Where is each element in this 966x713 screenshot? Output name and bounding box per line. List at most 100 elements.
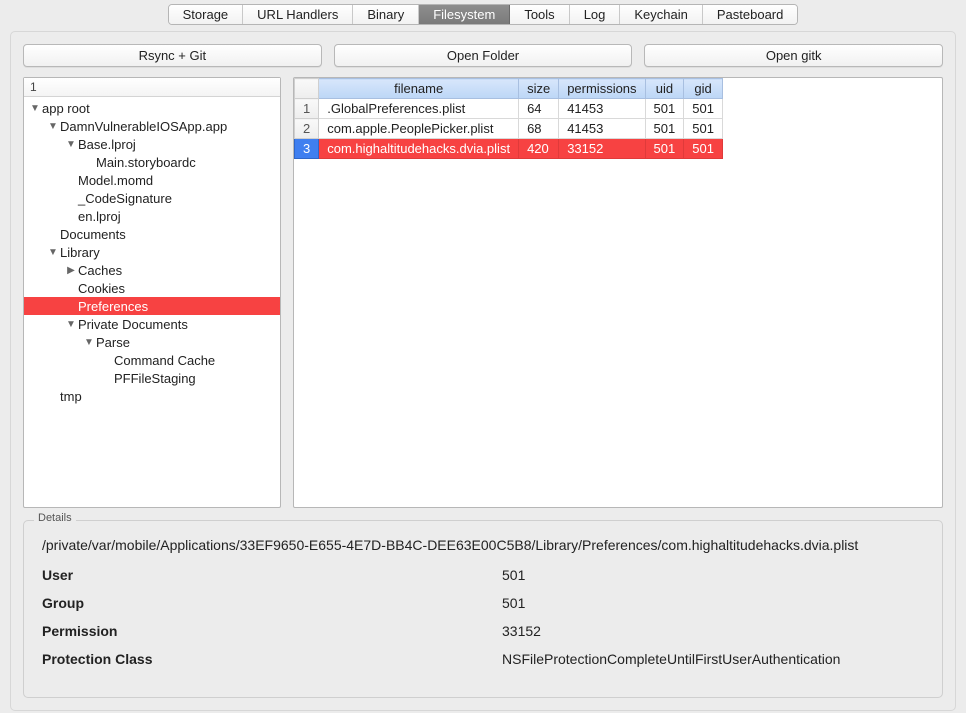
tree-item[interactable]: en.lproj [24,207,280,225]
tree-item[interactable]: ▼app root [24,99,280,117]
tree-item[interactable]: Cookies [24,279,280,297]
tab-keychain[interactable]: Keychain [620,5,702,24]
tree-item-label: Preferences [78,299,148,314]
tree-item-label: Library [60,245,100,260]
row-number: 1 [295,99,319,119]
toolbar: Rsync + Git Open Folder Open gitk [23,44,943,67]
tree-item[interactable]: ▶Caches [24,261,280,279]
column-header-size[interactable]: size [519,79,559,99]
chevron-down-icon[interactable]: ▼ [48,247,58,258]
cell-gid: 501 [684,119,723,139]
tree-item-label: tmp [60,389,82,404]
tree-item[interactable]: _CodeSignature [24,189,280,207]
cell-gid: 501 [684,139,723,159]
tree-item-label: Private Documents [78,317,188,332]
cell-permissions: 41453 [559,119,645,139]
middle-split: 1 ▼app root▼DamnVulnerableIOSApp.app▼Bas… [23,77,943,508]
tree-item[interactable]: Preferences [24,297,280,315]
chevron-down-icon[interactable]: ▼ [84,337,94,348]
rsync-git-button[interactable]: Rsync + Git [23,44,322,67]
tree-item[interactable]: Model.momd [24,171,280,189]
cell-filename: .GlobalPreferences.plist [319,99,519,119]
details-value: NSFileProtectionCompleteUntilFirstUserAu… [502,651,924,667]
chevron-down-icon[interactable]: ▼ [66,139,76,150]
details-path: /private/var/mobile/Applications/33EF965… [42,537,924,553]
open-folder-button[interactable]: Open Folder [334,44,633,67]
file-table-scroll[interactable]: filenamesizepermissionsuidgid 1.GlobalPr… [294,78,942,507]
chevron-down-icon[interactable]: ▼ [66,319,76,330]
column-header-filename[interactable]: filename [319,79,519,99]
column-header-permissions[interactable]: permissions [559,79,645,99]
open-gitk-button[interactable]: Open gitk [644,44,943,67]
cell-size: 68 [519,119,559,139]
tree-item-label: Caches [78,263,122,278]
cell-permissions: 33152 [559,139,645,159]
cell-size: 64 [519,99,559,119]
cell-filename: com.highaltitudehacks.dvia.plist [319,139,519,159]
details-row: Permission33152 [42,623,924,639]
tab-storage[interactable]: Storage [169,5,244,24]
details-value: 501 [502,567,924,583]
cell-uid: 501 [645,99,684,119]
tab-binary[interactable]: Binary [353,5,419,24]
cell-filename: com.apple.PeoplePicker.plist [319,119,519,139]
column-header-gid[interactable]: gid [684,79,723,99]
tree-item[interactable]: ▼DamnVulnerableIOSApp.app [24,117,280,135]
tab-filesystem[interactable]: Filesystem [419,5,510,24]
details-key: Permission [42,623,502,639]
file-table: filenamesizepermissionsuidgid 1.GlobalPr… [294,78,723,159]
tree-item[interactable]: Main.storyboardc [24,153,280,171]
details-row: User501 [42,567,924,583]
tree-item-label: Command Cache [114,353,215,368]
tree-panel: 1 ▼app root▼DamnVulnerableIOSApp.app▼Bas… [23,77,281,508]
tree-item-label: Parse [96,335,130,350]
tree-item[interactable]: ▼Library [24,243,280,261]
details-groupbox: Details /private/var/mobile/Applications… [23,520,943,698]
tab-url-handlers[interactable]: URL Handlers [243,5,353,24]
cell-size: 420 [519,139,559,159]
details-row: Protection ClassNSFileProtectionComplete… [42,651,924,667]
row-number: 3 [295,139,319,159]
table-row[interactable]: 1.GlobalPreferences.plist6441453501501 [295,99,723,119]
tabbar: StorageURL HandlersBinaryFilesystemTools… [0,0,966,25]
chevron-down-icon[interactable]: ▼ [48,121,58,132]
tab-tools[interactable]: Tools [510,5,569,24]
cell-permissions: 41453 [559,99,645,119]
tree-item-label: Cookies [78,281,125,296]
tree-item-label: en.lproj [78,209,121,224]
row-number: 2 [295,119,319,139]
tree-body[interactable]: ▼app root▼DamnVulnerableIOSApp.app▼Base.… [24,97,280,507]
tree-item[interactable]: ▼Private Documents [24,315,280,333]
main-well: Rsync + Git Open Folder Open gitk 1 ▼app… [10,31,956,711]
cell-gid: 501 [684,99,723,119]
column-header-uid[interactable]: uid [645,79,684,99]
tabbar-segmented: StorageURL HandlersBinaryFilesystemTools… [168,4,799,25]
tree-item[interactable]: Documents [24,225,280,243]
tree-item[interactable]: ▼Base.lproj [24,135,280,153]
tree-item[interactable]: ▼Parse [24,333,280,351]
tab-log[interactable]: Log [570,5,621,24]
table-row[interactable]: 3com.highaltitudehacks.dvia.plist4203315… [295,139,723,159]
tree-item-label: PFFileStaging [114,371,196,386]
cell-uid: 501 [645,119,684,139]
tree-item[interactable]: PFFileStaging [24,369,280,387]
details-key: Protection Class [42,651,502,667]
details-value: 33152 [502,623,924,639]
chevron-down-icon[interactable]: ▼ [30,103,40,114]
tree-item[interactable]: tmp [24,387,280,405]
tree-item-label: app root [42,101,90,116]
details-key: Group [42,595,502,611]
tree-item-label: Model.momd [78,173,153,188]
rownum-header [295,79,319,99]
tree-item-label: DamnVulnerableIOSApp.app [60,119,227,134]
chevron-right-icon[interactable]: ▶ [66,265,76,276]
details-key: User [42,567,502,583]
tree-header: 1 [24,78,280,97]
tree-item-label: Documents [60,227,126,242]
tree-item-label: Base.lproj [78,137,136,152]
tab-pasteboard[interactable]: Pasteboard [703,5,798,24]
tree-item-label: _CodeSignature [78,191,172,206]
details-row: Group501 [42,595,924,611]
table-row[interactable]: 2com.apple.PeoplePicker.plist68414535015… [295,119,723,139]
tree-item[interactable]: Command Cache [24,351,280,369]
